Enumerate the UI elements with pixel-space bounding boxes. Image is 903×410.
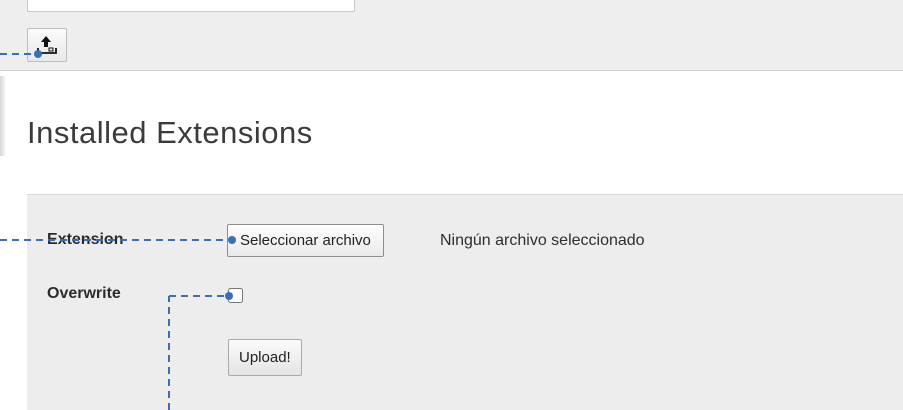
file-status-text: Ningún archivo seleccionado xyxy=(440,232,645,249)
extension-upload-form: Extension Seleccionar archivo Ningún arc… xyxy=(27,194,903,410)
left-edge-sliver xyxy=(0,76,5,156)
overwrite-label: Overwrite xyxy=(47,285,121,302)
top-text-input[interactable] xyxy=(27,0,355,12)
top-toolbar xyxy=(0,0,903,71)
select-file-button[interactable]: Seleccionar archivo xyxy=(227,224,384,257)
upload-button[interactable]: Upload! xyxy=(228,339,302,376)
overwrite-checkbox[interactable] xyxy=(228,288,243,303)
upload-tray-button[interactable] xyxy=(27,28,67,62)
page-title: Installed Extensions xyxy=(27,115,313,150)
upload-tray-icon xyxy=(37,36,57,54)
screenshot-stage: Installed Extensions Extension Seleccion… xyxy=(0,0,903,410)
extension-label: Extension xyxy=(47,231,124,248)
